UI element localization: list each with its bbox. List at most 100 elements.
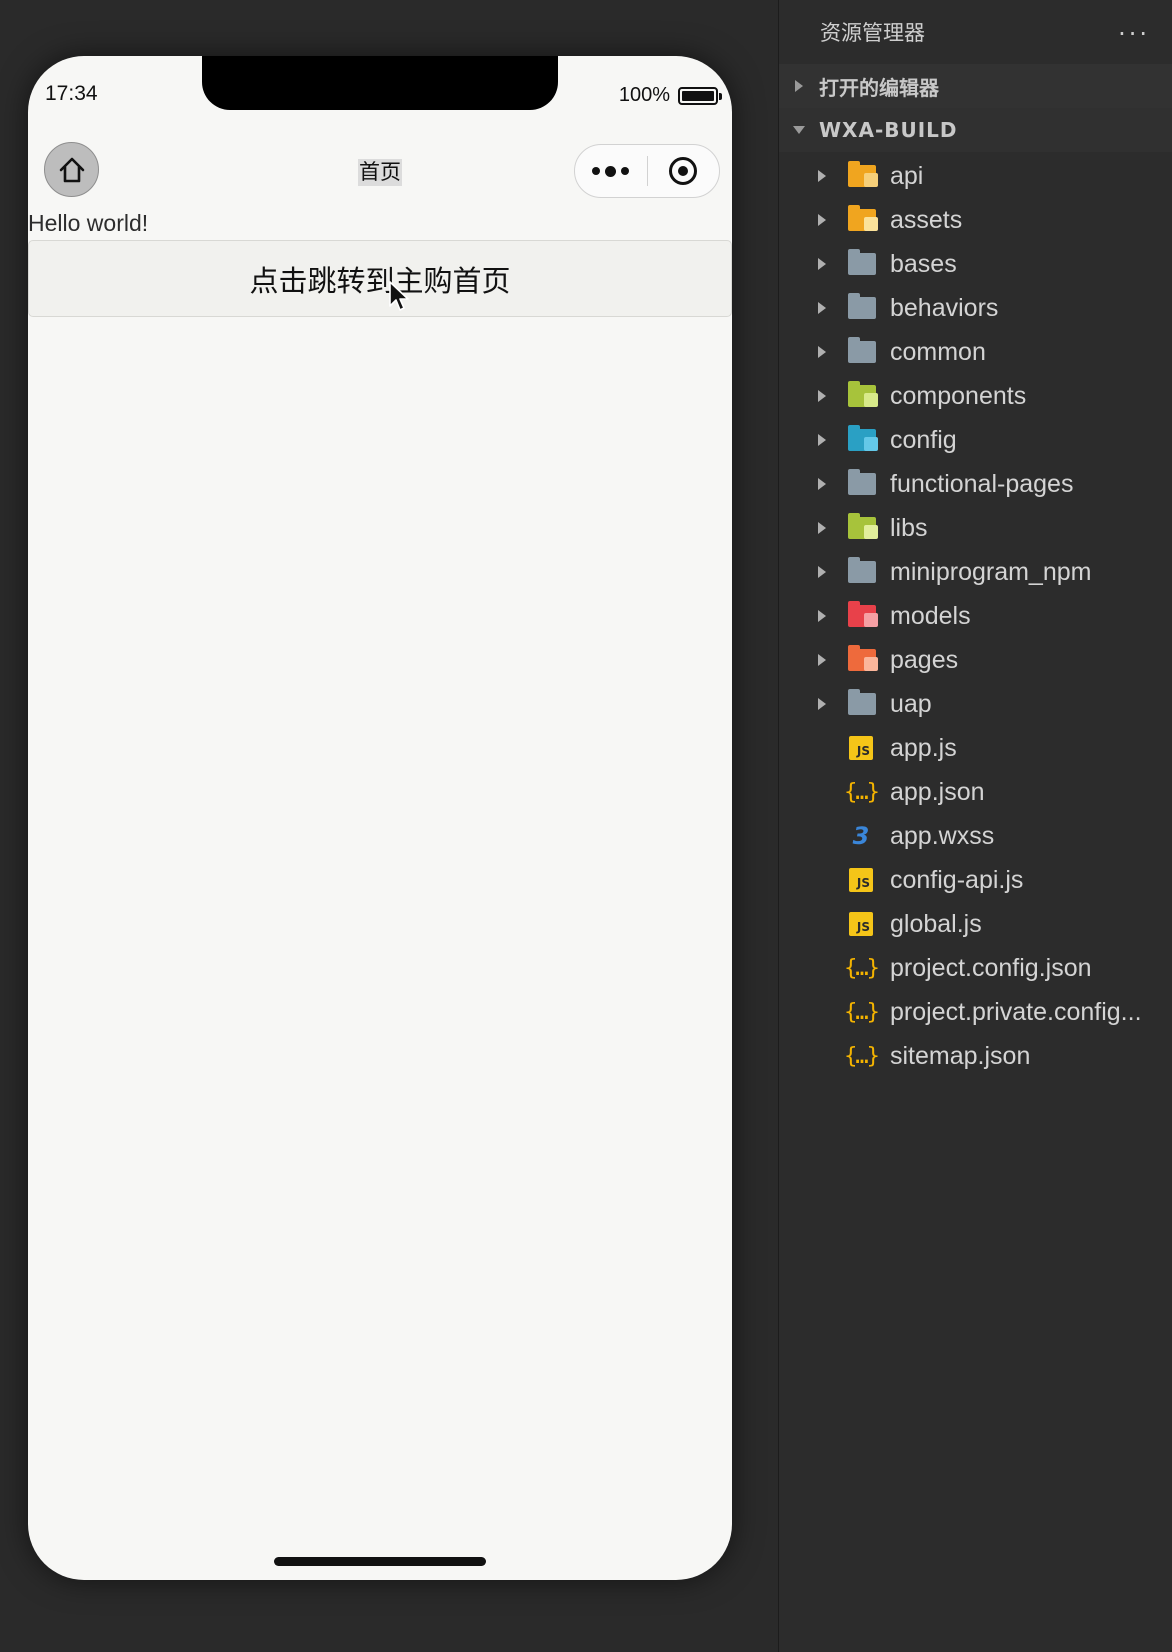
js-file-icon: JS bbox=[848, 735, 890, 761]
chevron-right-icon bbox=[779, 80, 819, 92]
explorer-panel: 资源管理器 ··· 打开的编辑器 WXA-BUILD api assets base… bbox=[779, 0, 1172, 1652]
close-miniprogram-button[interactable] bbox=[648, 145, 720, 197]
folder-name: config bbox=[890, 425, 957, 454]
json-file-icon: {…} bbox=[844, 955, 880, 981]
mouse-cursor-icon bbox=[389, 281, 409, 311]
more-actions-icon[interactable]: ··· bbox=[1118, 20, 1150, 48]
explorer-title: 资源管理器 bbox=[820, 21, 925, 45]
folder-item-miniprogram_npm[interactable]: miniprogram_npm bbox=[779, 550, 1172, 594]
project-name: WXA-BUILD bbox=[819, 118, 958, 142]
folder-name: functional-pages bbox=[890, 469, 1074, 498]
chevron-right-icon bbox=[818, 434, 848, 446]
open-editors-section[interactable]: 打开的编辑器 bbox=[779, 64, 1172, 108]
file-item[interactable]: 3 app.wxss bbox=[779, 814, 1172, 858]
folder-icon bbox=[848, 337, 890, 363]
phone-frame: 17:34 100% 首页 Hello world! 点击跳转到主购首页 bbox=[28, 56, 732, 1580]
more-dot-icon bbox=[605, 165, 617, 177]
folder-name: bases bbox=[890, 249, 957, 278]
folder-name: behaviors bbox=[890, 293, 999, 322]
file-name: global.js bbox=[890, 909, 982, 938]
file-name: sitemap.json bbox=[890, 1041, 1031, 1070]
more-button[interactable] bbox=[575, 145, 647, 197]
project-section[interactable]: WXA-BUILD bbox=[779, 108, 1172, 152]
chevron-down-icon bbox=[779, 126, 819, 134]
chevron-right-icon bbox=[818, 346, 848, 358]
file-item[interactable]: {…} app.json bbox=[779, 770, 1172, 814]
folder-item-libs[interactable]: libs bbox=[779, 506, 1172, 550]
folder-pages-icon bbox=[848, 645, 890, 671]
json-file-icon: {…} bbox=[844, 1043, 880, 1069]
folder-libs-icon bbox=[848, 513, 890, 539]
folder-name: assets bbox=[890, 205, 963, 234]
simulator-area: 17:34 100% 首页 Hello world! 点击跳转到主购首页 bbox=[0, 0, 778, 1652]
folder-item-config[interactable]: config bbox=[779, 418, 1172, 462]
home-indicator bbox=[274, 1557, 486, 1566]
json-file-icon: {…} bbox=[844, 999, 880, 1025]
folder-models-icon bbox=[848, 601, 890, 627]
file-item[interactable]: {…} project.private.config... bbox=[779, 990, 1172, 1034]
chevron-right-icon bbox=[818, 390, 848, 402]
chevron-right-icon bbox=[818, 522, 848, 534]
folder-name: models bbox=[890, 601, 971, 630]
chevron-right-icon bbox=[818, 654, 848, 666]
chevron-right-icon bbox=[818, 302, 848, 314]
folder-item-models[interactable]: models bbox=[779, 594, 1172, 638]
capsule-menu bbox=[574, 144, 720, 198]
battery-percent: 100% bbox=[618, 84, 670, 106]
folder-name: uap bbox=[890, 689, 932, 718]
file-item[interactable]: {…} project.config.json bbox=[779, 946, 1172, 990]
folder-icon bbox=[848, 293, 890, 319]
status-battery: 100% bbox=[618, 84, 722, 107]
page-title-text: 首页 bbox=[358, 159, 402, 186]
hello-text: Hello world! bbox=[28, 210, 149, 236]
open-editors-label: 打开的编辑器 bbox=[819, 75, 939, 100]
chevron-right-icon bbox=[818, 214, 848, 226]
folder-icon bbox=[848, 689, 890, 715]
file-name: project.private.config... bbox=[890, 997, 1142, 1026]
folder-item-components[interactable]: components bbox=[779, 374, 1172, 418]
chevron-right-icon bbox=[818, 566, 848, 578]
folder-name: pages bbox=[890, 645, 959, 674]
folder-name: miniprogram_npm bbox=[890, 557, 1092, 586]
jump-to-home-button[interactable]: 点击跳转到主购首页 bbox=[28, 240, 732, 317]
chevron-right-icon bbox=[818, 610, 848, 622]
folder-icon bbox=[848, 249, 890, 275]
folder-item-api[interactable]: api bbox=[779, 154, 1172, 198]
json-file-icon: {…} bbox=[844, 779, 880, 805]
folder-name: components bbox=[890, 381, 1027, 410]
file-item[interactable]: JS app.js bbox=[779, 726, 1172, 770]
file-item[interactable]: JS config-api.js bbox=[779, 858, 1172, 902]
folder-name: common bbox=[890, 337, 986, 366]
more-dot-icon bbox=[592, 167, 601, 175]
folder-item-common[interactable]: common bbox=[779, 330, 1172, 374]
navigation-bar: 首页 bbox=[28, 136, 732, 206]
css-file-icon: 3 bbox=[852, 822, 870, 850]
file-tree: api assets bases behaviors common components c… bbox=[779, 152, 1172, 1078]
folder-item-functional-pages[interactable]: functional-pages bbox=[779, 462, 1172, 506]
file-name: project.config.json bbox=[890, 953, 1092, 982]
folder-icon bbox=[848, 469, 890, 495]
file-item[interactable]: JS global.js bbox=[779, 902, 1172, 946]
status-time: 17:34 bbox=[45, 82, 98, 105]
battery-icon bbox=[678, 86, 722, 105]
folder-name: api bbox=[890, 161, 924, 190]
file-name: app.js bbox=[890, 733, 957, 762]
folder-item-pages[interactable]: pages bbox=[779, 638, 1172, 682]
folder-assets-icon bbox=[848, 205, 890, 231]
file-name: app.json bbox=[890, 777, 985, 806]
folder-item-bases[interactable]: bases bbox=[779, 242, 1172, 286]
folder-item-uap[interactable]: uap bbox=[779, 682, 1172, 726]
target-icon bbox=[669, 157, 698, 185]
folder-api-icon bbox=[848, 161, 890, 187]
folder-item-behaviors[interactable]: behaviors bbox=[779, 286, 1172, 330]
file-item[interactable]: {…} sitemap.json bbox=[779, 1034, 1172, 1078]
folder-components-icon bbox=[848, 381, 890, 407]
chevron-right-icon bbox=[818, 698, 848, 710]
folder-item-assets[interactable]: assets bbox=[779, 198, 1172, 242]
file-name: config-api.js bbox=[890, 865, 1024, 894]
chevron-right-icon bbox=[818, 170, 848, 182]
file-name: app.wxss bbox=[890, 821, 995, 850]
folder-name: libs bbox=[890, 513, 928, 542]
more-dot-icon bbox=[621, 167, 630, 175]
phone-notch bbox=[202, 56, 558, 110]
